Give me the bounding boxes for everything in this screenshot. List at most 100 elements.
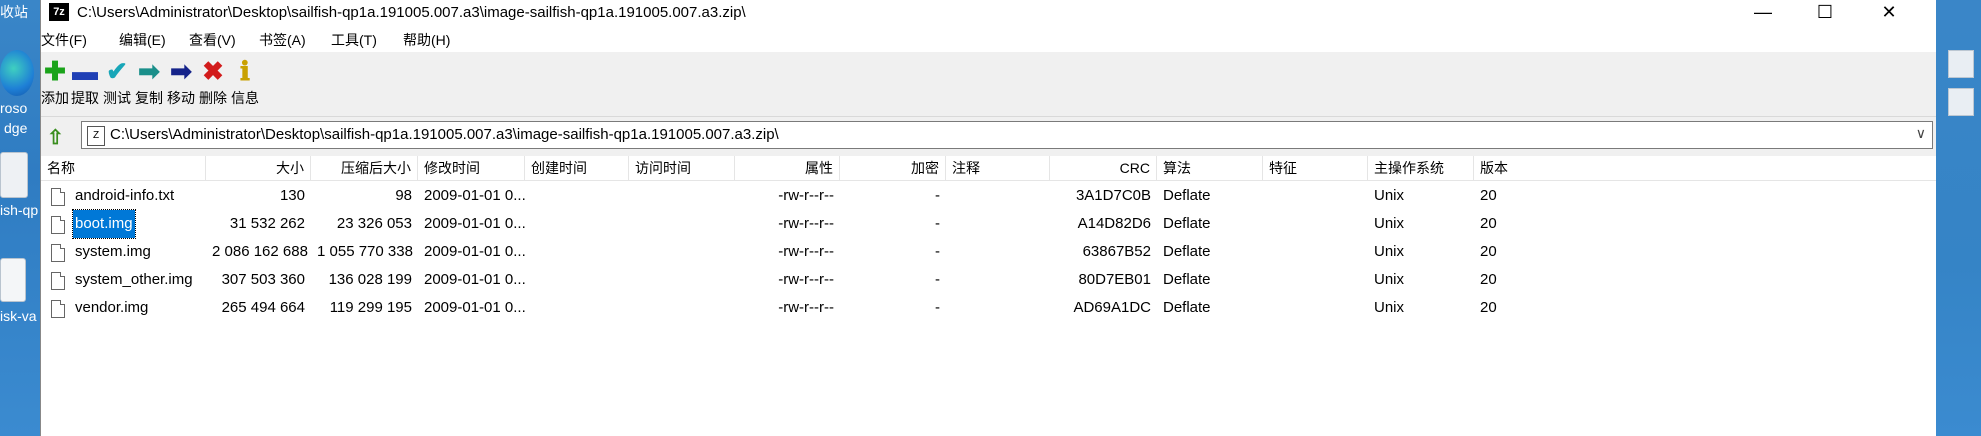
info-button[interactable]: ℹ 信息	[225, 56, 265, 108]
info-label: 信息	[231, 90, 259, 106]
file-modified: 2009-01-01 0...	[424, 215, 525, 232]
desktop-background: 收站 roso dge ish-qp isk-va	[0, 0, 40, 436]
file-name: android-info.txt	[75, 187, 175, 204]
close-button[interactable]: ✕	[1859, 0, 1919, 26]
col-created[interactable]: 创建时间	[525, 156, 629, 180]
menu-help[interactable]: 帮助(H)	[403, 30, 450, 50]
window-title: C:\Users\Administrator\Desktop\sailfish-…	[77, 4, 746, 21]
file-encrypted: -	[935, 215, 940, 232]
file-host-os: Unix	[1374, 243, 1405, 260]
file-packed-size: 23 326 053	[336, 215, 412, 232]
file-crc: 80D7EB01	[1078, 271, 1151, 288]
file-method: Deflate	[1163, 215, 1211, 232]
desktop-background-right	[1936, 0, 1981, 436]
col-packed-size[interactable]: 压缩后大小	[311, 156, 418, 180]
file-host-os: Unix	[1374, 215, 1405, 232]
col-crc[interactable]: CRC	[1050, 156, 1157, 180]
desktop-icon-label-edge-1: roso	[0, 100, 28, 116]
table-row[interactable]: boot.img 31 532 262 23 326 053 2009-01-0…	[41, 209, 1937, 239]
maximize-button[interactable]: ☐	[1795, 0, 1855, 26]
col-characteristics[interactable]: 特征	[1263, 156, 1368, 180]
file-modified: 2009-01-01 0...	[424, 187, 525, 204]
file-host-os: Unix	[1374, 271, 1405, 288]
file-packed-size: 136 028 199	[328, 271, 412, 288]
menu-edit[interactable]: 编辑(E)	[119, 30, 166, 50]
file-crc: AD69A1DC	[1073, 299, 1151, 316]
file-icon	[51, 272, 65, 290]
file-crc: A14D82D6	[1077, 215, 1151, 232]
file-attributes: -rw-r--r--	[778, 299, 834, 316]
file-method: Deflate	[1163, 243, 1211, 260]
desktop-icon-label-recycle: 收站	[0, 4, 28, 20]
file-packed-size: 98	[395, 187, 412, 204]
address-path: C:\Users\Administrator\Desktop\sailfish-…	[110, 126, 779, 143]
edge-icon[interactable]	[0, 50, 34, 96]
file-attributes: -rw-r--r--	[778, 243, 834, 260]
file-modified: 2009-01-01 0...	[424, 271, 525, 288]
file-version: 20	[1480, 299, 1497, 316]
file-host-os: Unix	[1374, 187, 1405, 204]
file-version: 20	[1480, 215, 1497, 232]
file-name: vendor.img	[75, 299, 149, 316]
chevron-down-icon[interactable]: ∨	[1916, 125, 1926, 142]
menu-file[interactable]: 文件(F)	[41, 30, 87, 50]
desktop-icon-label-file: isk-va	[0, 308, 37, 324]
file-packed-size: 119 299 195	[329, 299, 412, 316]
desktop-icon-label-folder: ish-qp	[0, 202, 39, 218]
folder-icon[interactable]	[0, 152, 28, 198]
file-version: 20	[1480, 271, 1497, 288]
file-crc: 63867B52	[1082, 243, 1151, 260]
file-modified: 2009-01-01 0...	[424, 299, 525, 316]
address-bar: ⇧ Z C:\Users\Administrator\Desktop\sailf…	[41, 118, 1937, 152]
file-size: 307 503 360	[221, 271, 305, 288]
file-list: 名称 大小 压缩后大小 修改时间 创建时间 访问时间 属性 加密 注释 CRC …	[41, 156, 1937, 436]
col-encrypted[interactable]: 加密	[840, 156, 946, 180]
file-encrypted: -	[935, 187, 940, 204]
col-comment[interactable]: 注释	[946, 156, 1050, 180]
table-row[interactable]: android-info.txt 130 98 2009-01-01 0... …	[41, 182, 1937, 210]
col-method[interactable]: 算法	[1157, 156, 1263, 180]
file-icon	[51, 300, 65, 318]
desktop-shortcut-icon[interactable]	[1948, 50, 1974, 78]
archive-icon: Z	[87, 126, 105, 146]
table-row[interactable]: system.img 2 086 162 688 1 055 770 338 2…	[41, 238, 1937, 266]
col-attributes[interactable]: 属性	[735, 156, 840, 180]
7zip-window: 7z C:\Users\Administrator\Desktop\sailfi…	[40, 0, 1937, 436]
file-encrypted: -	[935, 243, 940, 260]
file-method: Deflate	[1163, 299, 1211, 316]
file-name: system.img	[75, 243, 151, 260]
7zip-app-icon: 7z	[49, 3, 69, 21]
col-name[interactable]: 名称	[41, 156, 206, 180]
file-packed-size: 1 055 770 338	[317, 243, 413, 260]
info-icon: ℹ	[240, 56, 250, 86]
file-method: Deflate	[1163, 187, 1211, 204]
file-crc: 3A1D7C0B	[1075, 187, 1151, 204]
table-row[interactable]: vendor.img 265 494 664 119 299 195 2009-…	[41, 294, 1937, 322]
file-host-os: Unix	[1374, 299, 1405, 316]
file-name: boot.img	[72, 209, 136, 239]
col-size[interactable]: 大小	[206, 156, 311, 180]
file-icon	[51, 244, 65, 262]
file-icon	[51, 216, 65, 234]
title-bar[interactable]: 7z C:\Users\Administrator\Desktop\sailfi…	[41, 0, 1937, 26]
menu-view[interactable]: 查看(V)	[189, 30, 236, 50]
file-icon[interactable]	[0, 258, 26, 302]
file-encrypted: -	[935, 299, 940, 316]
file-attributes: -rw-r--r--	[778, 215, 834, 232]
col-modified[interactable]: 修改时间	[418, 156, 525, 180]
up-folder-icon[interactable]: ⇧	[47, 125, 64, 150]
file-version: 20	[1480, 187, 1497, 204]
file-attributes: -rw-r--r--	[778, 187, 834, 204]
file-modified: 2009-01-01 0...	[424, 243, 525, 260]
col-version[interactable]: 版本	[1474, 156, 1534, 180]
address-input[interactable]: Z C:\Users\Administrator\Desktop\sailfis…	[81, 121, 1933, 149]
col-host-os[interactable]: 主操作系统	[1368, 156, 1474, 180]
menu-tools[interactable]: 工具(T)	[331, 30, 377, 50]
desktop-shortcut-icon[interactable]	[1948, 88, 1974, 116]
menu-bookmarks[interactable]: 书签(A)	[259, 30, 306, 50]
file-size: 2 086 162 688	[212, 243, 308, 260]
menu-bar: 文件(F) 编辑(E) 查看(V) 书签(A) 工具(T) 帮助(H)	[41, 26, 1937, 52]
col-accessed[interactable]: 访问时间	[629, 156, 735, 180]
table-row[interactable]: system_other.img 307 503 360 136 028 199…	[41, 266, 1937, 294]
minimize-button[interactable]: —	[1733, 0, 1793, 26]
